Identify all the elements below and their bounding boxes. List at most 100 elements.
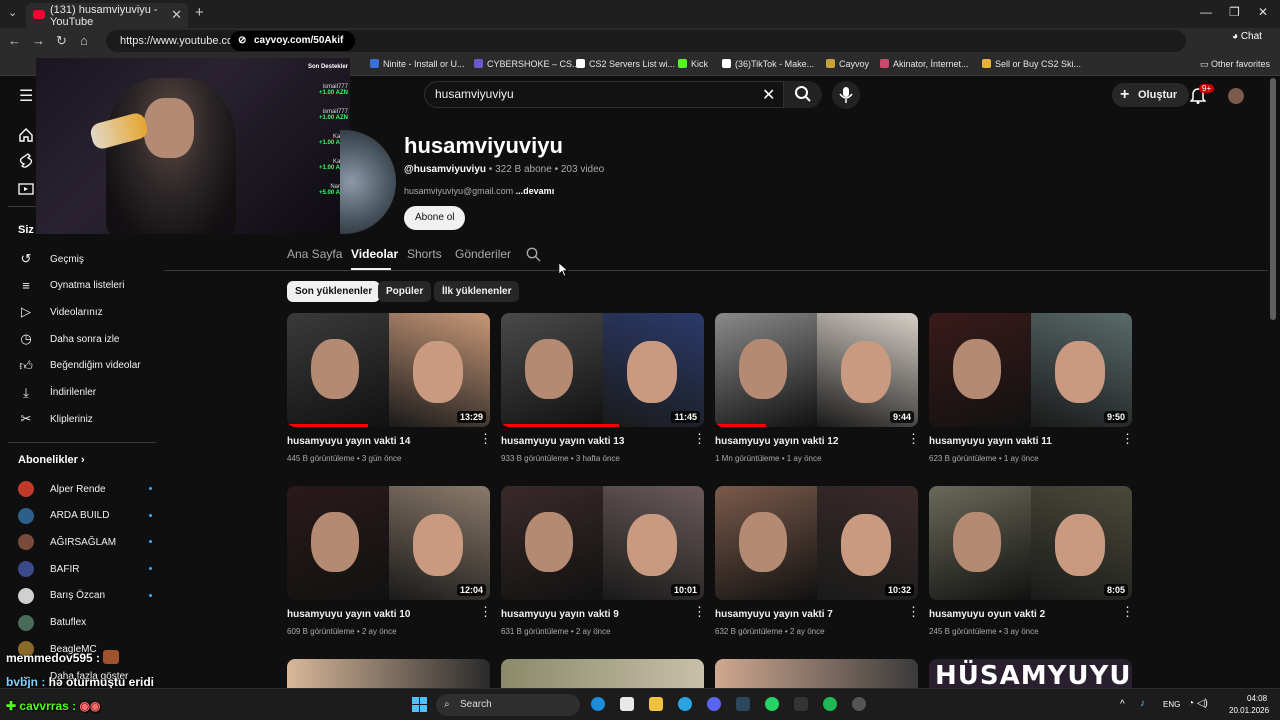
sidebar-item-your-videos[interactable]: ▷ Videolarınız xyxy=(18,304,103,320)
bookmark-item[interactable]: CS2 Servers List wi... xyxy=(576,59,675,69)
video-title[interactable]: husamyuyu yayın vakti 12 xyxy=(715,436,838,447)
video-title[interactable]: husamyuyu yayın vakti 7 xyxy=(715,609,833,620)
user-avatar[interactable] xyxy=(1228,88,1244,104)
video-title[interactable]: husamyuyu yayın vakti 13 xyxy=(501,436,624,447)
clock-time[interactable]: 04:08 xyxy=(1247,694,1267,703)
video-thumbnail[interactable]: 12:04 xyxy=(287,486,490,600)
more-actions-icon[interactable]: ⋮ xyxy=(1121,605,1134,618)
subscription-item[interactable]: ARDA BUILD xyxy=(18,507,152,524)
restore-icon[interactable]: ❐ xyxy=(1229,5,1240,19)
video-title[interactable]: husamyuyu yayın vakti 10 xyxy=(287,609,410,620)
more-actions-icon[interactable]: ⋮ xyxy=(907,432,920,445)
video-title[interactable]: husamyuyu yayın vakti 9 xyxy=(501,609,619,620)
channel-avatar[interactable] xyxy=(340,130,396,234)
obs-app-icon[interactable] xyxy=(852,697,866,711)
video-thumbnail-partial[interactable]: HÜSAMYUYU xyxy=(929,659,1132,688)
tab-shorts[interactable]: Shorts xyxy=(407,247,442,261)
subscription-item[interactable]: Batuflex xyxy=(18,614,138,631)
video-thumbnail[interactable]: 9:44 xyxy=(715,313,918,427)
video-thumbnail-partial[interactable] xyxy=(501,659,704,688)
video-card[interactable]: 10:01 husamyuyu yayın vakti 9 631 B görünt… xyxy=(501,486,706,646)
sidebar-item-download[interactable]: ⤓ İndirilenler xyxy=(18,385,96,401)
video-thumbnail[interactable]: 10:01 xyxy=(501,486,704,600)
video-card[interactable]: 13:29 husamyuyu yayın vakti 14 445 B görün… xyxy=(287,313,492,473)
tab-videos[interactable]: Videolar xyxy=(351,247,398,261)
you-heading[interactable]: Siz xyxy=(18,224,34,236)
sidebar-item-watch-later[interactable]: ◷ Daha sonra izle xyxy=(18,331,119,347)
spotify-app-icon[interactable] xyxy=(823,697,837,711)
bookmark-item[interactable]: Ninite - Install or U... xyxy=(370,59,465,69)
more-actions-icon[interactable]: ⋮ xyxy=(479,432,492,445)
create-button[interactable]: + Oluştur xyxy=(1112,83,1190,107)
tab-list-icon[interactable]: ⌄ xyxy=(8,6,17,19)
more-actions-icon[interactable]: ⋮ xyxy=(693,432,706,445)
subscription-item[interactable]: AĞIRSAĞLAM xyxy=(18,534,152,551)
windows-start-icon[interactable] xyxy=(412,697,428,713)
subscription-item[interactable]: Alper Rende xyxy=(18,481,152,497)
other-favorites[interactable]: ▭ Other favorites xyxy=(1200,59,1270,70)
new-tab-icon[interactable]: + xyxy=(195,4,204,21)
minimize-icon[interactable]: — xyxy=(1200,5,1212,19)
forward-icon[interactable]: → xyxy=(32,33,45,48)
search-input[interactable]: husamviyuviyu xyxy=(424,81,784,108)
reload-icon[interactable]: ↻ xyxy=(56,33,67,49)
tray-chevron-icon[interactable]: ^ xyxy=(1120,699,1125,710)
discord-app-icon[interactable] xyxy=(707,697,721,711)
taskbar-search[interactable]: ⌕ Search xyxy=(436,694,580,716)
browser-tab[interactable]: (131) husamviyuviyu - YouTube ✕ xyxy=(26,3,188,28)
more-actions-icon[interactable]: ⋮ xyxy=(907,605,920,618)
steam-app-icon[interactable] xyxy=(736,697,750,711)
video-thumbnail[interactable]: 10:32 xyxy=(715,486,918,600)
chip-popular[interactable]: Popüler xyxy=(378,281,432,302)
copilot-chat-button[interactable]: ◕ Chat xyxy=(1232,31,1262,42)
subscriptions-nav-icon[interactable] xyxy=(18,180,34,201)
hamburger-menu-icon[interactable]: ☰ xyxy=(19,86,33,106)
subscriptions-heading[interactable]: Abonelikler › xyxy=(18,454,85,466)
video-title[interactable]: husamyuyu oyun vakti 2 xyxy=(929,609,1045,620)
sidebar-item-thumbs-up[interactable]: 👍︎ Beğendiğim videolar xyxy=(18,358,140,374)
subscription-item[interactable]: BAFIR xyxy=(18,561,152,578)
shorts-nav-icon[interactable] xyxy=(18,153,34,174)
home-icon[interactable]: ⌂ xyxy=(80,33,88,48)
more-actions-icon[interactable]: ⋮ xyxy=(479,605,492,618)
video-thumbnail-partial[interactable] xyxy=(287,659,490,688)
video-card[interactable]: 10:32 husamyuyu yayın vakti 7 632 B görünt… xyxy=(715,486,920,646)
close-window-icon[interactable]: ✕ xyxy=(1258,5,1268,19)
close-tab-icon[interactable]: ✕ xyxy=(171,7,182,23)
telegram-app-icon[interactable] xyxy=(678,697,692,711)
more-link[interactable]: ...devamı xyxy=(516,186,555,196)
more-actions-icon[interactable]: ⋮ xyxy=(693,605,706,618)
video-title[interactable]: husamyuyu yayın vakti 11 xyxy=(929,436,1052,447)
sidebar-item-scissors[interactable]: ✂ Klipleriniz xyxy=(18,411,93,427)
chip-latest[interactable]: Son yüklenenler xyxy=(287,281,381,302)
video-card[interactable]: 11:45 husamyuyu yayın vakti 13 933 B görün… xyxy=(501,313,706,473)
video-card[interactable]: 9:50 husamyuyu yayın vakti 11 623 B görünt… xyxy=(929,313,1134,473)
whatsapp-app-icon[interactable] xyxy=(765,697,779,711)
subscription-item[interactable]: Barış Özcan xyxy=(18,587,152,604)
bookmark-item[interactable]: (36)TikTok - Make... xyxy=(722,59,814,69)
bookmark-item[interactable]: Kick xyxy=(678,59,708,69)
video-card[interactable]: 12:04 husamyuyu yayın vakti 10 609 B görün… xyxy=(287,486,492,646)
video-card[interactable]: 8:05 husamyuyu oyun vakti 2 245 B görüntül… xyxy=(929,486,1134,646)
channel-description[interactable]: husamviyuviyu@gmail.com ...devamı xyxy=(404,186,554,196)
video-thumbnail-partial[interactable] xyxy=(715,659,918,688)
voice-search-button[interactable] xyxy=(832,81,860,109)
store-app-icon[interactable] xyxy=(620,697,634,711)
channel-search-icon[interactable] xyxy=(526,247,541,262)
home-nav-icon[interactable] xyxy=(18,127,34,148)
chip-oldest[interactable]: İlk yüklenenler xyxy=(434,281,520,302)
search-button[interactable] xyxy=(784,81,822,108)
subscribe-button[interactable]: Abone ol xyxy=(404,206,466,230)
sidebar-item-history[interactable]: ↺ Geçmiş xyxy=(18,251,84,267)
clock-date[interactable]: 20.01.2026 xyxy=(1229,706,1269,715)
video-thumbnail[interactable]: 8:05 xyxy=(929,486,1132,600)
bookmark-item[interactable]: Akinator, İnternet... xyxy=(880,59,969,69)
tray-mic-icon[interactable]: ♪ xyxy=(1140,698,1145,709)
sidebar-item-playlist[interactable]: ≡ Oynatma listeleri xyxy=(18,278,124,294)
file-explorer-icon[interactable] xyxy=(649,697,663,711)
scrollbar-thumb[interactable] xyxy=(1270,78,1276,320)
video-thumbnail[interactable]: 9:50 xyxy=(929,313,1132,427)
address-bar[interactable]: https://www.youtube.com/ ⊘ cayvoy.com/50A… xyxy=(106,30,1186,52)
more-actions-icon[interactable]: ⋮ xyxy=(1121,432,1134,445)
language-indicator[interactable]: ENG xyxy=(1163,700,1180,709)
